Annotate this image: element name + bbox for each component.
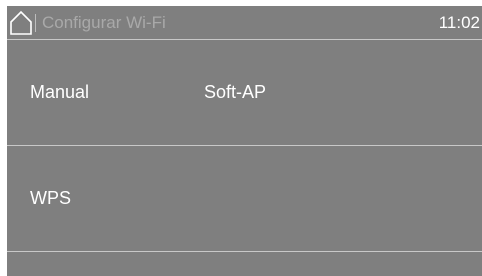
header-separator [35, 14, 36, 32]
option-wps[interactable]: WPS [30, 188, 71, 209]
row-divider [7, 251, 482, 252]
home-icon [10, 10, 32, 35]
display-panel: Configurar Wi-Fi 11:02 Manual Soft-AP WP… [7, 6, 482, 276]
option-manual[interactable]: Manual [30, 82, 89, 103]
clock-time: 11:02 [438, 13, 480, 32]
home-button[interactable] [9, 10, 33, 36]
page-title: Configurar Wi-Fi [42, 13, 166, 32]
header-bar: Configurar Wi-Fi 11:02 [7, 6, 482, 39]
header-divider [7, 39, 482, 40]
row-divider [7, 145, 482, 146]
device-screen: Configurar Wi-Fi 11:02 Manual Soft-AP WP… [0, 0, 482, 276]
option-soft-ap[interactable]: Soft-AP [204, 82, 266, 103]
